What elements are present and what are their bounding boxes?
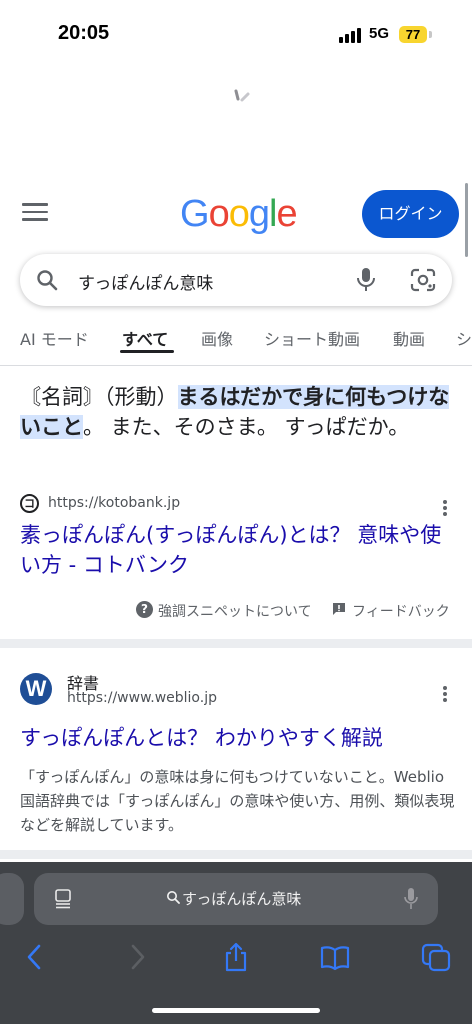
tab-ai-mode[interactable]: AI モード xyxy=(20,326,89,350)
search-box[interactable]: すっぽんぽん意味 xyxy=(20,254,452,306)
logo-letter: o xyxy=(208,193,230,235)
google-logo[interactable]: Google xyxy=(180,193,298,236)
address-bar[interactable]: すっぽんぽん意味 xyxy=(34,873,438,925)
snippet-prefix: 〘名詞〙（形動） xyxy=(20,385,178,409)
hamburger-menu-icon[interactable] xyxy=(22,203,48,225)
cellular-signal-icon xyxy=(339,27,363,43)
tab-videos[interactable]: 動画 xyxy=(393,326,425,350)
forward-icon[interactable] xyxy=(122,942,152,972)
battery-icon: 77 xyxy=(399,26,427,43)
loading-spinner-icon xyxy=(234,89,250,102)
result-url[interactable]: https://www.weblio.jp xyxy=(67,690,217,706)
google-lens-icon[interactable] xyxy=(410,268,436,292)
page-menu-icon[interactable] xyxy=(54,889,72,909)
active-tab-underline xyxy=(120,350,174,353)
bookmarks-icon[interactable] xyxy=(320,942,350,972)
tab-images[interactable]: 画像 xyxy=(201,326,233,350)
search-icon[interactable] xyxy=(35,268,59,292)
microphone-icon[interactable] xyxy=(356,267,376,293)
more-options-icon[interactable] xyxy=(443,500,447,518)
microphone-icon[interactable] xyxy=(404,887,418,911)
about-snippets-link[interactable]: 強調スニペットについて xyxy=(158,601,312,621)
section-divider xyxy=(0,850,472,859)
snippet-source[interactable]: コ https://kotobank.jp xyxy=(20,493,452,515)
snippet-suffix: 。 また、そのさま。 すっぱだか。 xyxy=(83,415,410,439)
snippet-footer: ? 強調スニペットについて フィードバック xyxy=(136,600,456,620)
tab-short-videos[interactable]: ショート動画 xyxy=(264,326,360,350)
tabs-icon[interactable] xyxy=(421,942,451,972)
search-input[interactable]: すっぽんぽん意味 xyxy=(78,269,213,294)
logo-letter: e xyxy=(276,193,297,235)
login-button[interactable]: ログイン xyxy=(362,190,459,238)
section-divider xyxy=(0,639,472,648)
browser-toolbar: すっぽんぽん意味 xyxy=(0,862,472,1024)
result-title[interactable]: すっぽんぽんとは？ わかりやすく解説 xyxy=(20,723,452,753)
previous-tab-preview[interactable] xyxy=(0,873,24,925)
logo-letter: g xyxy=(248,193,270,235)
search-tabs: AI モード すべて 画像 ショート動画 動画 シ xyxy=(0,312,472,366)
scroll-indicator xyxy=(465,183,468,257)
tab-all[interactable]: すべて xyxy=(122,326,168,350)
address-text[interactable]: すっぽんぽん意味 xyxy=(182,888,301,909)
logo-letter: G xyxy=(180,193,210,235)
result-description: 「すっぽんぽん」の意味は身に何もつけていないこと。Weblio国語辞典では「すっ… xyxy=(20,768,455,834)
logo-letter: o xyxy=(228,193,250,235)
kotobank-favicon: コ xyxy=(20,494,39,513)
battery-tip xyxy=(429,31,432,38)
tab-shopping[interactable]: シ xyxy=(456,326,472,350)
home-indicator xyxy=(152,1008,320,1013)
feedback-icon[interactable] xyxy=(332,602,346,616)
clock: 20:05 xyxy=(58,22,110,44)
featured-snippet-text: 〘名詞〙（形動）まるはだかで身に何もつけないこと。 また、そのさま。 すっぱだか… xyxy=(20,382,452,442)
source-url[interactable]: https://kotobank.jp xyxy=(48,495,180,511)
share-icon[interactable] xyxy=(221,942,251,972)
status-bar: 20:05 5G 77 xyxy=(0,0,472,60)
snippet-result-title[interactable]: 素っぽんぽん(すっぽんぽん)とは？ 意味や使い方 - コトバンク xyxy=(20,520,452,580)
more-options-icon[interactable] xyxy=(443,686,447,704)
network-type: 5G xyxy=(369,25,390,42)
feedback-link[interactable]: フィードバック xyxy=(352,601,450,621)
help-icon[interactable]: ? xyxy=(136,601,153,618)
weblio-favicon: W xyxy=(20,673,52,705)
back-icon[interactable] xyxy=(20,942,50,972)
search-icon xyxy=(167,891,180,904)
